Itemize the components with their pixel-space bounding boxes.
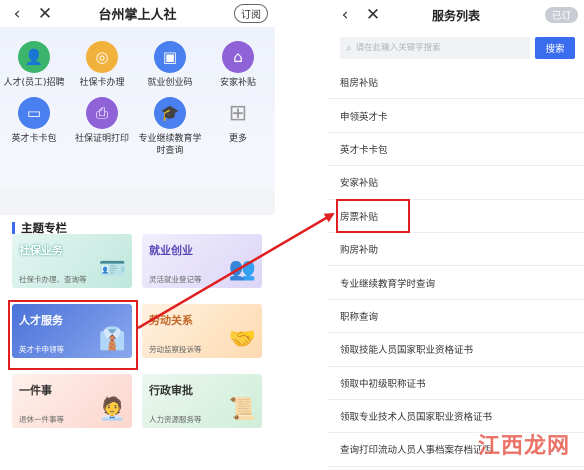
search-input[interactable] [355, 43, 516, 53]
card-social-security[interactable]: 社保业务 社保卡办理、查询等 🪪 [12, 234, 132, 288]
qr-scan-icon: ▣ [154, 41, 186, 73]
card-title: 社保业务 [19, 244, 63, 257]
service-grid: 👤 人才(员工)招聘 ◎ 社保卡办理 ▣ 就业创业码 ⌂ 安家补贴 ▭ 英才卡卡包 ⎙ 社保证明打印 🎓… [0, 41, 275, 157]
service-label: 更多 [228, 134, 247, 144]
left-screen: ‹ ✕ 台州掌上人社 订阅 👤 人才(员工)招聘 ◎ 社保卡办理 ▣ 就业创业码 ⌂ 安家补贴… [0, 0, 275, 470]
service-item[interactable]: ▭ 英才卡卡包 [0, 97, 68, 157]
person-icon: 👤 [18, 41, 50, 73]
card-subtitle: 人力资源服务等 [149, 415, 202, 424]
service-item[interactable]: ⎙ 社保证明打印 [68, 97, 136, 157]
topic-accent-bar [12, 222, 15, 234]
watermark: 江西龙网 [477, 433, 570, 459]
desk-illustration-icon: 🧑‍💼 [98, 397, 126, 422]
service-label: 安家补贴 [219, 78, 256, 88]
list-item[interactable]: 安家补贴 [328, 166, 584, 200]
service-item[interactable]: ▣ 就业创业码 [136, 41, 204, 89]
service-item[interactable]: 👤 人才(员工)招聘 [0, 41, 68, 89]
search-box: ⌕ [340, 37, 530, 59]
card-subtitle: 退休一件事等 [19, 415, 64, 424]
wallet-icon: ▭ [18, 97, 50, 129]
list-item[interactable]: 租房补贴 [328, 66, 584, 100]
printer-icon: ⎙ [86, 97, 118, 129]
highlight-box-housing-voucher [336, 199, 410, 233]
service-label: 人才(员工)招聘 [3, 78, 65, 88]
service-label: 就业创业码 [147, 78, 193, 88]
grid-more-icon: ⊞ [228, 100, 248, 126]
card-labor-relations[interactable]: 劳动关系 劳动监察投诉等 🤝 [142, 304, 262, 358]
card-title: 就业创业 [149, 244, 193, 257]
id-card-illustration-icon: 🪪 [98, 257, 126, 282]
service-list: 租房补贴 申领英才卡 英才卡卡包 安家补贴 房票补贴 购房补助 专业继续教育学时查询 职称查询… [328, 66, 584, 467]
card-one-thing[interactable]: 一件事 退休一件事等 🧑‍💼 [12, 374, 132, 428]
card-employment[interactable]: 就业创业 灵活就业登记等 👥 [142, 234, 262, 288]
card-title: 劳动关系 [149, 314, 193, 327]
card-subtitle: 劳动监察投诉等 [149, 345, 202, 354]
people-illustration-icon: 👥 [228, 257, 256, 282]
list-item[interactable]: 领取技能人员国家职业资格证书 [328, 333, 584, 367]
service-label: 英才卡卡包 [11, 134, 57, 144]
list-item[interactable]: 职称查询 [328, 299, 584, 334]
subscribed-badge[interactable]: 已订 [544, 7, 578, 23]
search-row: ⌕ 搜索 [328, 30, 584, 66]
service-grid-section: 👤 人才(员工)招聘 ◎ 社保卡办理 ▣ 就业创业码 ⌂ 安家补贴 ▭ 英才卡卡包 ⎙ 社保证明打印 🎓… [0, 27, 275, 187]
card-title: 一件事 [19, 384, 52, 397]
list-item[interactable]: 英才卡卡包 [328, 132, 584, 167]
graduation-cap-icon: 🎓 [154, 97, 186, 129]
card-admin-approval[interactable]: 行政审批 人力资源服务等 📜 [142, 374, 262, 428]
card-subtitle: 灵活就业登记等 [149, 275, 202, 284]
search-icon: ⌕ [346, 42, 352, 54]
service-label: 社保卡办理 [79, 78, 125, 88]
stamp-illustration-icon: 📜 [228, 397, 256, 422]
right-header: ‹ ✕ 服务列表 已订 [328, 0, 584, 30]
left-header: ‹ ✕ 台州掌上人社 订阅 [0, 0, 275, 27]
highlight-box-talent [8, 300, 138, 370]
home-icon: ⌂ [222, 41, 254, 73]
search-button[interactable]: 搜索 [535, 37, 575, 59]
card-title: 行政审批 [149, 384, 193, 397]
section-divider [0, 187, 275, 215]
service-item[interactable]: ⊞ 更多 [204, 97, 272, 157]
service-label: 社保证明打印 [74, 134, 129, 144]
service-item[interactable]: ⌂ 安家补贴 [204, 41, 272, 89]
service-label: 专业继续教育学时查询 [138, 134, 202, 156]
service-item[interactable]: ◎ 社保卡办理 [68, 41, 136, 89]
list-item[interactable]: 申领英才卡 [328, 99, 584, 133]
service-item[interactable]: 🎓 专业继续教育学时查询 [136, 97, 204, 157]
card-icon: ◎ [86, 41, 118, 73]
list-item[interactable]: 专业继续教育学时查询 [328, 266, 584, 300]
subscribe-button[interactable]: 订阅 [234, 4, 268, 23]
card-subtitle: 社保卡办理、查询等 [19, 275, 87, 284]
list-item[interactable]: 领取中初级职称证书 [328, 366, 584, 400]
list-item[interactable]: 购房补助 [328, 232, 584, 267]
right-screen: ‹ ✕ 服务列表 已订 ⌕ 搜索 租房补贴申领英才卡英才卡卡包安家补贴房票补贴购… [328, 0, 584, 470]
handshake-illustration-icon: 🤝 [228, 327, 256, 352]
